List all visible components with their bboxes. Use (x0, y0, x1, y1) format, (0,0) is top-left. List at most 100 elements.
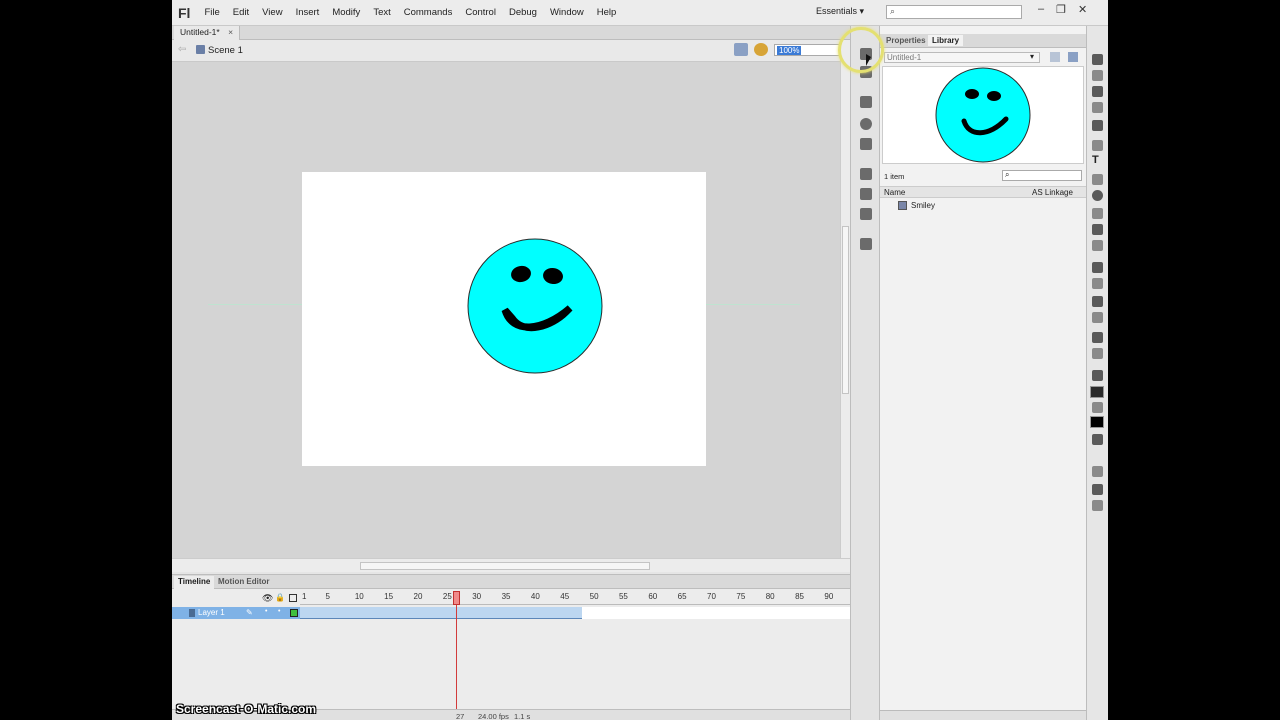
zoom-input[interactable]: 100% (774, 44, 840, 56)
frame-number: 45 (560, 592, 570, 601)
new-library-icon[interactable] (1068, 52, 1078, 62)
tab-motion-editor[interactable]: Motion Editor (214, 576, 274, 589)
library-search-input[interactable]: ⌕ (1002, 170, 1082, 181)
tab-timeline[interactable]: Timeline (174, 576, 215, 589)
stage-vertical-scrollbar[interactable] (840, 40, 850, 558)
layer-row[interactable]: Layer 1 ✎ • • (172, 607, 300, 619)
oval-tool-icon[interactable] (1092, 190, 1103, 201)
free-transform-tool-icon[interactable] (1092, 86, 1103, 97)
edit-scene-icon[interactable] (754, 43, 768, 56)
3d-rotation-tool-icon[interactable] (1092, 102, 1103, 113)
vertical-scroll-thumb[interactable] (842, 226, 849, 394)
preview-right-eye (987, 91, 1001, 101)
pasteboard[interactable] (172, 62, 842, 558)
minimize-button[interactable]: – (1038, 3, 1044, 15)
info-icon[interactable] (860, 118, 872, 130)
pencil-tool-icon[interactable] (1092, 208, 1103, 219)
stroke-color-icon[interactable] (1092, 370, 1103, 381)
lasso-tool-icon[interactable] (1092, 120, 1103, 131)
menu-edit[interactable]: Edit (233, 7, 249, 18)
menu-text[interactable]: Text (373, 7, 390, 18)
straighten-icon[interactable] (1092, 500, 1103, 511)
brush-tool-icon[interactable] (1092, 224, 1103, 235)
align-icon[interactable] (860, 96, 872, 108)
library-document-select[interactable]: Untitled-1 (884, 52, 1040, 63)
document-tab-title: Untitled-1* (180, 27, 220, 37)
subselection-tool-icon[interactable] (1092, 70, 1103, 81)
stage[interactable] (302, 172, 706, 466)
menu-bar: Fl File Edit View Insert Modify Text Com… (172, 0, 1108, 26)
close-tab-icon[interactable]: × (228, 27, 233, 37)
zoom-tool-icon[interactable] (1092, 348, 1103, 359)
panel-tab-bar: Properties Library (880, 34, 1086, 48)
hand-tool-icon[interactable] (1092, 332, 1103, 343)
fill-color-icon[interactable] (1092, 402, 1103, 413)
frames-grid[interactable] (300, 607, 850, 619)
smooth-icon[interactable] (1092, 484, 1103, 495)
chevron-down-icon[interactable]: ▾ (1030, 52, 1034, 61)
close-button[interactable]: ✕ (1078, 3, 1087, 16)
tween-span[interactable] (300, 607, 582, 619)
pen-tool-icon[interactable] (1092, 140, 1103, 151)
line-tool-icon[interactable] (1092, 174, 1103, 185)
frame-ruler[interactable]: 1 5 10 15 20 25 30 35 40 45 50 55 60 65 70 75 80 85 90 (300, 591, 850, 605)
edit-symbols-icon[interactable] (734, 43, 748, 56)
library-item-label[interactable]: Smiley (911, 201, 935, 210)
menu-modify[interactable]: Modify (332, 7, 360, 18)
library-item[interactable]: Smiley (880, 200, 1086, 212)
eyedropper-tool-icon[interactable] (1092, 296, 1103, 307)
search-icon: ⌕ (890, 6, 896, 16)
stage-horizontal-scrollbar[interactable] (172, 558, 850, 572)
fps-readout[interactable]: 24.00 fps (478, 712, 509, 720)
smiley-drawing[interactable] (302, 172, 706, 466)
fill-color-swatch[interactable] (1090, 416, 1104, 428)
lock-icon[interactable]: 🔒 (275, 593, 285, 602)
visibility-dot[interactable]: • (265, 608, 267, 615)
project-icon[interactable] (860, 238, 872, 250)
library-footer (880, 710, 1086, 720)
document-tab[interactable]: Untitled-1* × (174, 26, 241, 40)
selection-tool-icon[interactable] (1092, 54, 1103, 65)
workspace-switcher[interactable]: Essentials ▾ (816, 6, 864, 17)
frame-number: 90 (824, 592, 834, 601)
bone-tool-icon[interactable] (1092, 262, 1103, 273)
deco-tool-icon[interactable] (1092, 240, 1103, 251)
eraser-tool-icon[interactable] (1092, 312, 1103, 323)
eye-icon[interactable]: 👁 (262, 593, 273, 604)
menu-insert[interactable]: Insert (296, 7, 320, 18)
playhead-handle[interactable] (453, 591, 460, 605)
tab-library[interactable]: Library (928, 35, 964, 46)
layer-color-swatch[interactable] (290, 609, 298, 617)
flash-app-window: Fl File Edit View Insert Modify Text Com… (172, 0, 1108, 720)
components-icon[interactable] (860, 188, 872, 200)
scene-label[interactable]: Scene 1 (208, 45, 243, 56)
help-search-input[interactable]: ⌕ (886, 5, 1022, 19)
lock-dot[interactable]: • (278, 608, 280, 615)
outline-icon[interactable] (289, 594, 297, 602)
menu-window[interactable]: Window (550, 7, 584, 18)
menu-file[interactable]: File (204, 7, 219, 18)
pin-icon[interactable] (1050, 52, 1060, 62)
column-name[interactable]: Name (884, 188, 905, 197)
current-frame: 27 (456, 712, 465, 720)
column-as-linkage[interactable]: AS Linkage (1032, 188, 1073, 197)
maximize-button[interactable]: ❐ (1056, 3, 1066, 16)
menu-debug[interactable]: Debug (509, 7, 537, 18)
menu-control[interactable]: Control (465, 7, 496, 18)
text-tool-icon[interactable]: T (1092, 154, 1099, 166)
back-arrow-icon[interactable]: ⇦ (178, 44, 186, 55)
menu-commands[interactable]: Commands (404, 7, 453, 18)
transform-icon[interactable] (860, 138, 872, 150)
menu-view[interactable]: View (262, 7, 282, 18)
layer-name[interactable]: Layer 1 (198, 608, 225, 617)
paint-bucket-tool-icon[interactable] (1092, 278, 1103, 289)
code-snippets-icon[interactable] (860, 168, 872, 180)
motion-presets-icon[interactable] (860, 208, 872, 220)
menu-help[interactable]: Help (597, 7, 617, 18)
snap-icon[interactable] (1092, 466, 1103, 477)
frame-number: 25 (442, 592, 452, 601)
horizontal-scroll-thumb[interactable] (360, 562, 650, 570)
stroke-color-swatch[interactable] (1090, 386, 1104, 398)
tab-properties[interactable]: Properties (882, 35, 930, 46)
swap-colors-icon[interactable] (1092, 434, 1103, 445)
